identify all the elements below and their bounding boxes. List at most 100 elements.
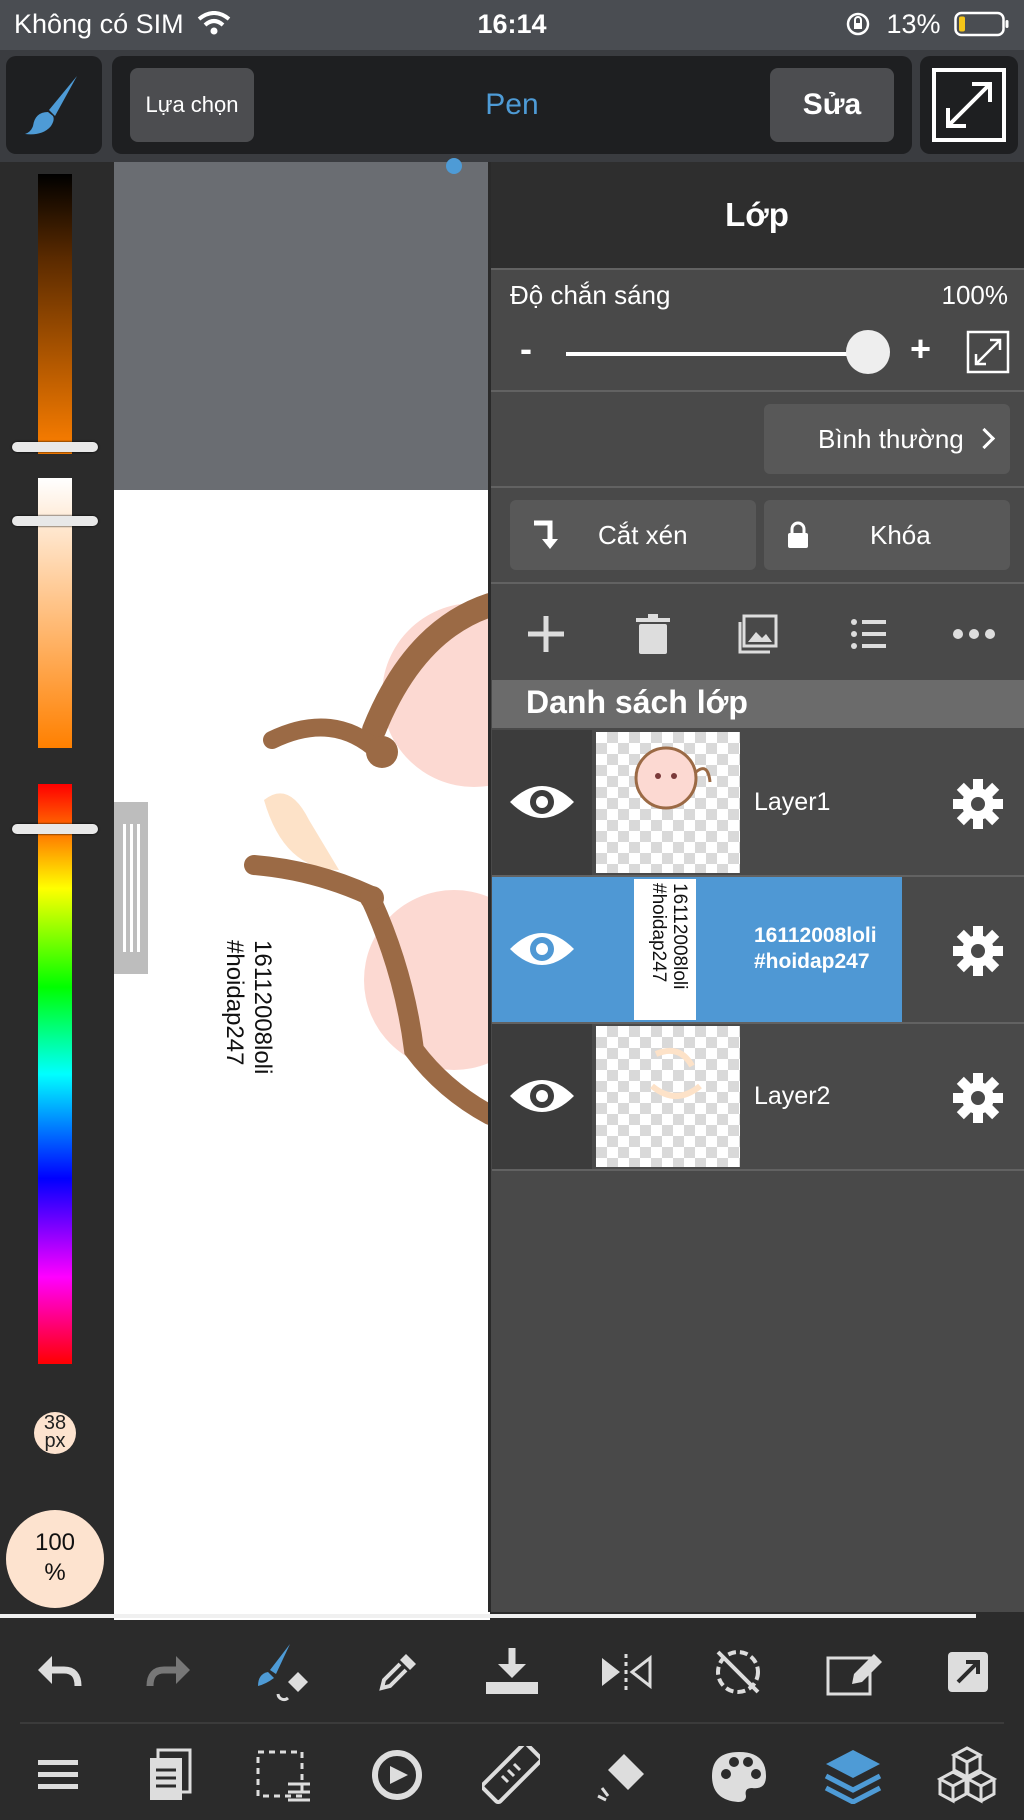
list-icon[interactable] [850,617,886,651]
export-icon[interactable] [946,1650,990,1694]
opacity-slider-fill [566,352,868,356]
page-indicator [446,158,462,174]
materials-icon[interactable] [936,1746,998,1804]
layer-panel-header: Lớp [490,162,1024,268]
brightness-slider[interactable] [38,174,72,454]
thumbnail-text-line2: #hoidap247 [648,883,669,983]
panel-title: Lớp [725,196,789,233]
opacity-plus-button[interactable]: + [910,328,931,370]
edit-button[interactable]: Sửa [770,68,894,142]
clip-button[interactable]: Cắt xén [510,500,756,570]
palette-icon[interactable] [710,1750,768,1804]
eyedropper-icon[interactable] [376,1650,420,1694]
hue-slider[interactable] [38,784,72,1364]
add-layer-icon[interactable] [526,614,566,654]
left-drag-handle[interactable] [114,802,148,974]
layer-list-header: Danh sách lớp [492,680,1024,728]
layer-row-selected[interactable]: 16112008loli #hoidap247 16112008loli #ho… [492,877,1024,1022]
layer-preview [634,746,712,810]
battery-percent: 13% [886,9,941,39]
trash-icon[interactable] [636,614,670,654]
hue-handle[interactable] [12,824,98,834]
flip-icon[interactable] [598,1652,654,1692]
layer-name: Layer1 [754,788,831,816]
layer-name-line2: #hoidap247 [754,950,870,973]
canvas-text: 16112008loli #hoidap247 [220,940,276,1074]
visibility-toggle[interactable] [492,877,592,1022]
redo-icon[interactable] [146,1652,194,1692]
undo-icon[interactable] [34,1652,82,1692]
brightness-handle[interactable] [12,442,98,452]
opacity-label: Độ chắn sáng [510,280,671,310]
canvas-scrollbar[interactable] [0,1614,976,1618]
layer-name-line1: 16112008loli [754,924,877,947]
saturation-handle[interactable] [12,516,98,526]
layer-thumbnail [596,732,740,873]
visibility-toggle[interactable] [492,730,592,875]
opacity-value: 100% [941,280,1009,310]
canvas-drawing [244,593,490,1125]
lock-label: Khóa [870,520,931,550]
layer-name: 16112008loli #hoidap247 [754,923,877,975]
eye-icon [510,1080,574,1112]
opacity-expand-button[interactable] [966,330,1010,374]
layer-row[interactable]: Layer1 [492,730,1024,875]
brush-opacity-unit: % [44,1559,66,1586]
wifi-icon [197,11,231,35]
transform-icon[interactable] [368,1746,426,1804]
carrier-label: Không có SIM [14,9,184,39]
bottom-toolbar [0,1620,1024,1820]
gear-icon[interactable] [952,1072,1004,1124]
lock-button[interactable]: Khóa [764,500,1010,570]
brush-tool-button[interactable] [6,56,102,154]
menu-icon[interactable] [38,1758,78,1792]
status-bar: 16:14 Không có SIM 13% [0,0,1024,50]
image-layer-icon[interactable] [738,614,778,654]
opacity-slider-thumb[interactable] [846,330,890,374]
ruler-icon[interactable] [482,1746,540,1804]
layer-preview [650,1048,702,1099]
layer-thumbnail [596,1026,740,1167]
brush-swap-icon[interactable] [254,1642,314,1702]
gear-icon[interactable] [952,778,1004,830]
brush-opacity-button[interactable]: 100 % [6,1510,104,1608]
status-carrier: Không có SIM [14,9,231,40]
eye-icon [510,933,574,965]
layer-list-title: Danh sách lớp [526,684,748,720]
status-battery: 13% [845,9,1010,40]
layers-icon[interactable] [824,1748,882,1804]
canvas-text-line2: #hoidap247 [221,940,248,1066]
top-toolbar: Lựa chọn Pen Sửa [0,50,1024,162]
rotate-off-icon[interactable] [710,1644,766,1700]
opacity-minus-button[interactable]: - [520,328,532,370]
layer-row[interactable]: Layer2 [492,1024,1024,1169]
rotation-lock-icon [846,12,870,36]
gear-icon[interactable] [952,925,1004,977]
edit-page-icon[interactable] [824,1648,884,1698]
battery-icon [954,11,1009,37]
color-sidebar: 38 px 100 % [0,162,114,1620]
expand-icon [966,330,1010,374]
fill-icon[interactable] [594,1748,654,1804]
eye-icon [510,786,574,818]
tool-bar: Lựa chọn Pen Sửa [112,56,912,154]
fullscreen-button[interactable] [920,56,1018,154]
opacity-slider[interactable] [566,330,890,374]
brush-icon [25,76,77,135]
clip-arrow-icon [534,520,558,549]
canvas[interactable]: 16112008loli #hoidap247 [114,490,490,1620]
selection-icon[interactable] [256,1750,312,1802]
clip-label: Cắt xén [598,520,688,550]
thumbnail-text-line1: 16112008loli [669,883,690,990]
import-icon[interactable] [484,1646,540,1696]
brush-size-unit: px [44,1430,66,1452]
pages-icon[interactable] [148,1748,192,1802]
chevron-right-icon [973,427,996,450]
more-icon[interactable] [952,628,996,640]
canvas-text-line1: 16112008loli [249,940,276,1075]
layer-thumbnail: 16112008loli #hoidap247 [596,879,740,1020]
expand-icon [932,68,1006,142]
brush-size-indicator[interactable]: 38 px [34,1412,76,1454]
visibility-toggle[interactable] [492,1024,592,1169]
blend-mode-button[interactable]: Bình thường [764,404,1010,474]
